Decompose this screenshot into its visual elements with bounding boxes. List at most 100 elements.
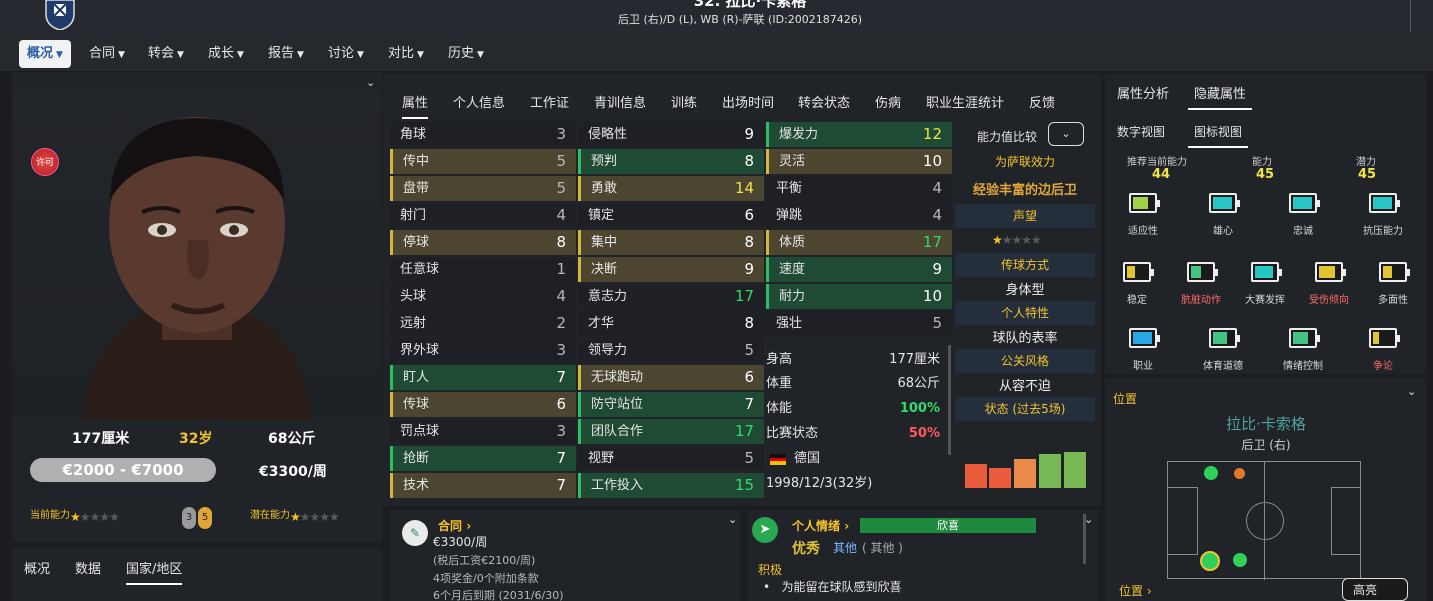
- attribute-row[interactable]: 勇敢 14: [578, 176, 764, 201]
- chevron-down-icon[interactable]: ⌄: [366, 76, 375, 89]
- tab-overview-lower[interactable]: 概况: [24, 558, 50, 577]
- chevron-down-icon[interactable]: ⌄: [728, 513, 737, 526]
- attribute-name: 领导力: [588, 343, 628, 358]
- hidden-attribute[interactable]: 适应性: [1113, 193, 1173, 237]
- attribute-row[interactable]: 视野 5: [578, 446, 764, 471]
- attribute-name: 爆发力: [779, 127, 819, 142]
- hidden-attribute[interactable]: 忠诚: [1273, 193, 1333, 237]
- current-ability-stars: ★★★★★: [70, 510, 120, 524]
- attribute-row[interactable]: 才华 8: [578, 311, 764, 336]
- attribute-row[interactable]: 任意球 1: [390, 257, 576, 282]
- attribute-name: 决断: [591, 262, 618, 277]
- attribute-row[interactable]: 侵略性 9: [578, 122, 764, 147]
- tab-attributes[interactable]: 属性: [402, 92, 429, 119]
- tab-transfer-status[interactable]: 转会状态: [798, 92, 850, 111]
- attribute-row[interactable]: 防守站位 7: [578, 392, 764, 417]
- attribute-row[interactable]: 爆发力 12: [766, 122, 952, 147]
- nav-overview[interactable]: 概况 ▼: [19, 40, 71, 68]
- attribute-row[interactable]: 盘带 5: [390, 176, 576, 201]
- hidden-attribute[interactable]: 体育道德: [1193, 328, 1253, 372]
- tab-nation-lower[interactable]: 国家/地区: [126, 558, 183, 585]
- nav-compare[interactable]: 对比 ▼: [380, 40, 432, 68]
- hidden-attribute[interactable]: 稳定: [1107, 262, 1167, 306]
- mood-icon: ➤: [752, 517, 778, 543]
- attribute-row[interactable]: 盯人 7: [390, 365, 576, 390]
- info-nation[interactable]: 德国: [766, 447, 944, 471]
- attribute-row[interactable]: 弹跳 4: [766, 203, 952, 228]
- form-chart[interactable]: [965, 450, 1087, 488]
- position-footer-link[interactable]: 位置 ›: [1119, 582, 1152, 599]
- tab-personal-info[interactable]: 个人信息: [453, 92, 505, 111]
- hidden-attribute[interactable]: 情绪控制: [1273, 328, 1333, 372]
- attribute-row[interactable]: 速度 9: [766, 257, 952, 282]
- attribute-row[interactable]: 无球跑动 6: [578, 365, 764, 390]
- tab-attribute-analysis[interactable]: 属性分析: [1117, 83, 1169, 102]
- attribute-row[interactable]: 传中 5: [390, 149, 576, 174]
- chevron-down-icon[interactable]: ⌄: [1407, 385, 1416, 398]
- nav-history[interactable]: 历史 ▼: [440, 40, 492, 68]
- attribute-row[interactable]: 技术 7: [390, 473, 576, 498]
- tab-numeric-view[interactable]: 数字视图: [1117, 123, 1165, 140]
- battery-icon: [1187, 262, 1218, 282]
- work-permit-badge[interactable]: 许可: [31, 148, 59, 176]
- nav-reports[interactable]: 报告 ▼: [260, 40, 312, 68]
- info-height: 身高 177厘米: [766, 352, 940, 367]
- attribute-row[interactable]: 意志力 17: [578, 284, 764, 309]
- tab-icon-view[interactable]: 图标视图: [1188, 123, 1249, 148]
- hidden-attribute[interactable]: 多面性: [1363, 262, 1423, 306]
- attribute-row[interactable]: 团队合作 17: [578, 419, 764, 444]
- hidden-attribute-label: 受伤倾向: [1309, 295, 1349, 306]
- attribute-row[interactable]: 射门 4: [390, 203, 576, 228]
- nav-discuss[interactable]: 讨论 ▼: [320, 40, 372, 68]
- attribute-row[interactable]: 头球 4: [390, 284, 576, 309]
- attribute-row[interactable]: 预判 8: [578, 149, 764, 174]
- hidden-attribute[interactable]: 受伤倾向: [1299, 262, 1359, 306]
- attribute-row[interactable]: 强壮 5: [766, 311, 952, 336]
- tab-training[interactable]: 训练: [671, 92, 697, 111]
- nav-transfer[interactable]: 转会 ▼: [140, 40, 192, 68]
- tab-injuries[interactable]: 伤病: [875, 92, 901, 111]
- hidden-attribute[interactable]: 职业: [1113, 328, 1173, 372]
- attribute-row[interactable]: 灵活 10: [766, 149, 952, 174]
- attribute-value: 6: [744, 368, 754, 386]
- tab-data-lower[interactable]: 数据: [75, 558, 101, 577]
- hidden-attribute[interactable]: 争论: [1353, 328, 1413, 372]
- tab-playing-time[interactable]: 出场时间: [722, 92, 774, 111]
- mood-other-paren: ( 其他 ): [862, 541, 903, 555]
- hidden-attribute[interactable]: 抗压能力: [1353, 193, 1413, 237]
- hidden-attribute[interactable]: 肮脏动作: [1171, 262, 1231, 306]
- attribute-row[interactable]: 领导力 5: [578, 338, 764, 363]
- attribute-row[interactable]: 传球 6: [390, 392, 576, 417]
- hidden-attribute[interactable]: 大赛发挥: [1235, 262, 1295, 306]
- mood-link[interactable]: 个人情绪 ›: [792, 517, 849, 534]
- attribute-row[interactable]: 停球 8: [390, 230, 576, 255]
- attribute-row[interactable]: 耐力 10: [766, 284, 952, 309]
- attribute-row[interactable]: 体质 17: [766, 230, 952, 255]
- attribute-row[interactable]: 决断 9: [578, 257, 764, 282]
- compare-dropdown[interactable]: ⌄: [1048, 122, 1084, 146]
- contract-after-tax: (税后工资€2100/周): [433, 554, 536, 567]
- tab-work-permit[interactable]: 工作证: [530, 92, 569, 111]
- hidden-attribute[interactable]: 雄心: [1193, 193, 1253, 237]
- attribute-row[interactable]: 集中 8: [578, 230, 764, 255]
- attribute-row[interactable]: 远射 2: [390, 311, 576, 336]
- tab-youth-info[interactable]: 青训信息: [594, 92, 646, 111]
- tab-career-stats[interactable]: 职业生涯统计: [926, 92, 1004, 111]
- attribute-row[interactable]: 罚点球 3: [390, 419, 576, 444]
- attribute-row[interactable]: 平衡 4: [766, 176, 952, 201]
- mood-other[interactable]: 其他: [833, 539, 857, 556]
- contract-link[interactable]: 合同 ›: [438, 517, 471, 534]
- nav-development[interactable]: 成长 ▼: [200, 40, 252, 68]
- attribute-row[interactable]: 角球 3: [390, 122, 576, 147]
- info-scrollbar[interactable]: [948, 345, 951, 455]
- chevron-down-icon[interactable]: ⌄: [1084, 513, 1093, 526]
- attribute-row[interactable]: 界外球 3: [390, 338, 576, 363]
- attribute-row[interactable]: 镇定 6: [578, 203, 764, 228]
- nav-contract[interactable]: 合同 ▼: [81, 40, 133, 68]
- attribute-row[interactable]: 工作投入 15: [578, 473, 764, 498]
- attribute-row[interactable]: 抢断 7: [390, 446, 576, 471]
- tab-hidden-attributes[interactable]: 隐藏属性: [1188, 83, 1253, 110]
- tab-feedback[interactable]: 反馈: [1029, 92, 1055, 111]
- attribute-name: 盘带: [403, 181, 430, 196]
- highlight-dropdown[interactable]: 高亮: [1342, 578, 1408, 601]
